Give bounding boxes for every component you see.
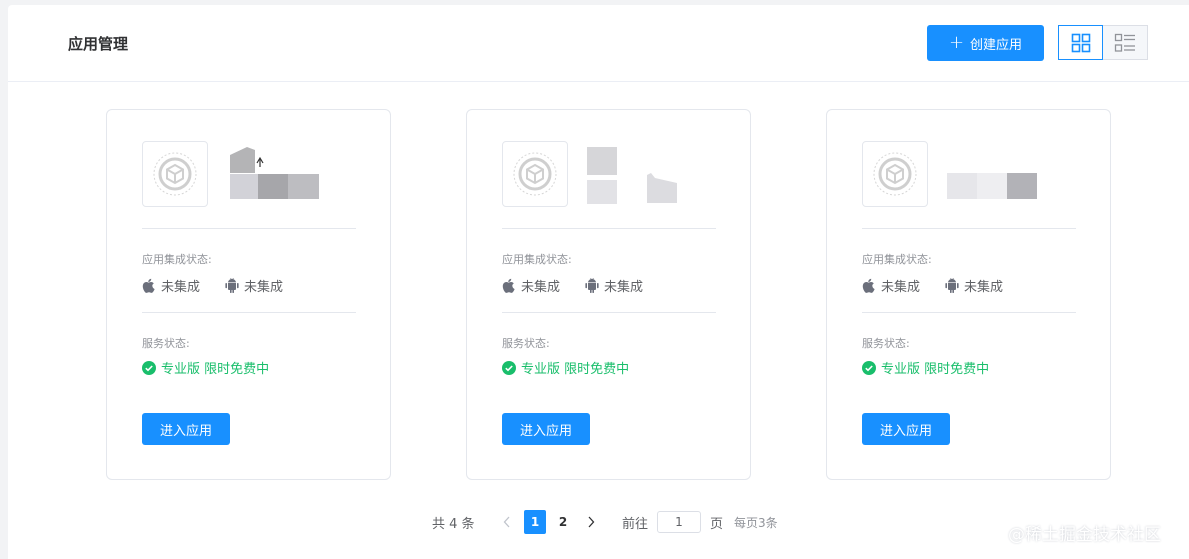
apple-icon [862, 278, 875, 293]
app-name-blurred [937, 145, 1057, 205]
main-panel: 应用管理 + 创建应用 应用集成状态: 未集成 未集成 服务状态: 专业版 限时… [8, 5, 1189, 559]
blurred-name-image [230, 147, 319, 199]
apple-icon [142, 278, 155, 293]
app-logo [502, 141, 568, 207]
list-view-button[interactable] [1103, 25, 1148, 60]
pagination-total: 共 4 条 [432, 516, 475, 532]
integration-status-label: 应用集成状态: [502, 253, 572, 266]
page-number[interactable]: 2 [552, 510, 574, 534]
divider [142, 228, 356, 229]
app-logo-icon [873, 152, 917, 196]
integration-status-label: 应用集成状态: [142, 253, 212, 266]
ios-status: 未集成 [142, 276, 200, 295]
grid-icon [1071, 33, 1090, 52]
ios-status: 未集成 [502, 276, 560, 295]
app-logo-icon [513, 152, 557, 196]
list-icon [1114, 33, 1135, 52]
service-status-text: 专业版 限时免费中 [161, 362, 270, 377]
chevron-right-icon [588, 516, 595, 528]
android-status: 未集成 [585, 276, 643, 295]
integration-status-row: 未集成 未集成 [862, 276, 1028, 295]
ios-status-text: 未集成 [881, 280, 921, 295]
enter-app-button[interactable]: 进入应用 [862, 413, 950, 445]
service-status-label: 服务状态: [142, 337, 190, 350]
check-circle-icon [862, 360, 876, 375]
app-logo [862, 141, 928, 207]
watermark: @稀土掘金技术社区 [1008, 525, 1161, 545]
goto-page-input[interactable] [657, 511, 701, 533]
service-status-text: 专业版 限时免费中 [521, 362, 630, 377]
check-circle-icon [142, 360, 156, 375]
android-status: 未集成 [225, 276, 283, 295]
divider [502, 312, 716, 313]
ios-status-text: 未集成 [161, 280, 201, 295]
ios-status-text: 未集成 [521, 280, 561, 295]
android-status-text: 未集成 [964, 280, 1004, 295]
app-card: 应用集成状态: 未集成 未集成 服务状态: 专业版 限时免费中 进入应用 [826, 109, 1111, 480]
service-status-label: 服务状态: [862, 337, 910, 350]
service-status-label: 服务状态: [502, 337, 550, 350]
create-app-label: 创建应用 [970, 37, 1023, 53]
divider [502, 228, 716, 229]
grid-view-button[interactable] [1058, 25, 1103, 60]
service-status-row: 专业版 限时免费中 [862, 358, 989, 377]
chevron-left-icon [503, 516, 510, 528]
android-status: 未集成 [945, 276, 1003, 295]
enter-app-button[interactable]: 进入应用 [142, 413, 230, 445]
page-header: 应用管理 + 创建应用 [8, 5, 1189, 82]
integration-status-row: 未集成 未集成 [142, 276, 308, 295]
android-icon [585, 278, 599, 293]
app-logo [142, 141, 208, 207]
page-title: 应用管理 [68, 35, 129, 53]
next-page-button[interactable] [581, 510, 601, 534]
divider [862, 312, 1076, 313]
android-status-text: 未集成 [604, 280, 644, 295]
create-app-button[interactable]: + 创建应用 [927, 25, 1044, 61]
view-toggle [1058, 25, 1148, 60]
app-card: 应用集成状态: 未集成 未集成 服务状态: 专业版 限时免费中 进入应用 [466, 109, 751, 480]
app-card: 应用集成状态: 未集成 未集成 服务状态: 专业版 限时免费中 进入应用 [106, 109, 391, 480]
check-circle-icon [502, 360, 516, 375]
app-logo-icon [153, 152, 197, 196]
goto-suffix: 页 [710, 516, 724, 532]
android-icon [225, 278, 239, 293]
android-icon [945, 278, 959, 293]
goto-prefix: 前往 [622, 516, 649, 532]
plus-icon: + [948, 32, 965, 53]
prev-page-button[interactable] [497, 510, 517, 534]
divider [862, 228, 1076, 229]
service-status-row: 专业版 限时免费中 [502, 358, 629, 377]
app-name-blurred [227, 145, 337, 205]
service-status-text: 专业版 限时免费中 [881, 362, 990, 377]
integration-status-label: 应用集成状态: [862, 253, 932, 266]
app-name-blurred [587, 145, 697, 205]
apple-icon [502, 278, 515, 293]
service-status-row: 专业版 限时免费中 [142, 358, 269, 377]
integration-status-row: 未集成 未集成 [502, 276, 668, 295]
enter-app-button[interactable]: 进入应用 [502, 413, 590, 445]
blurred-name-image [587, 147, 677, 204]
page-size-label: 每页3条 [734, 515, 778, 530]
page-number[interactable]: 1 [524, 510, 546, 534]
ios-status: 未集成 [862, 276, 920, 295]
divider [142, 312, 356, 313]
android-status-text: 未集成 [244, 280, 284, 295]
blurred-name-image [937, 153, 1037, 199]
